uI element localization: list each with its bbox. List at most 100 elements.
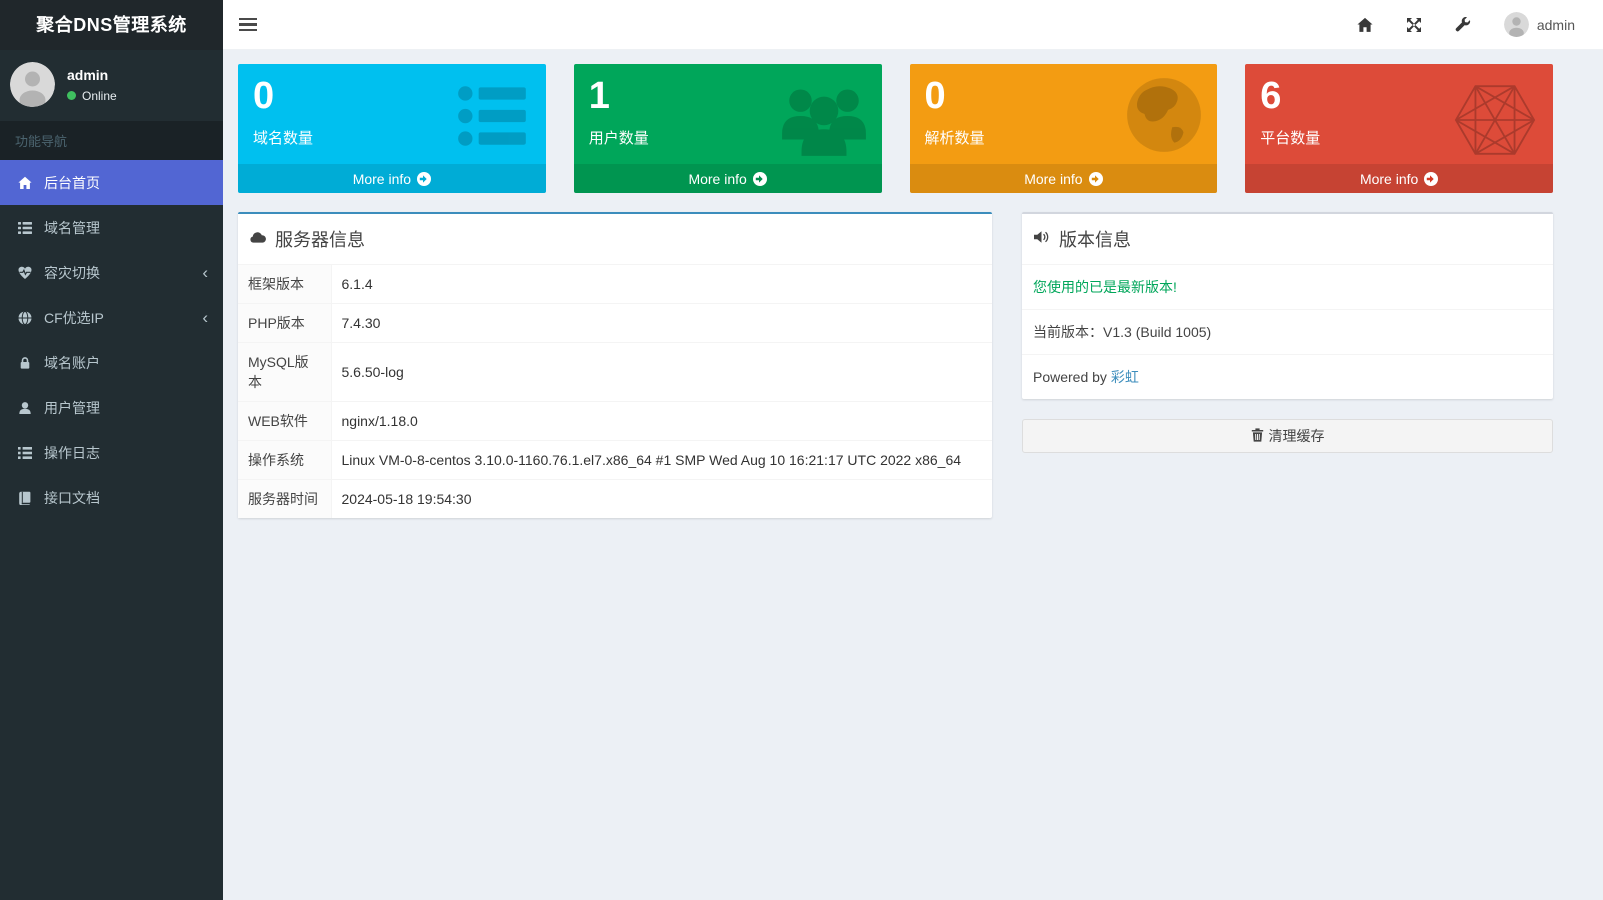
sidebar-item-label: 后台首页 — [44, 173, 100, 193]
more-info-link[interactable]: More info — [574, 164, 882, 193]
sidebar-item-dashboard[interactable]: 后台首页 — [0, 160, 223, 205]
cloud-icon — [249, 230, 266, 249]
statbox-value: 6 — [1260, 76, 1538, 118]
sidebar-item-domains[interactable]: 域名管理 — [0, 205, 223, 250]
table-row: MySQL版本5.6.50-log — [238, 343, 992, 402]
row-label: WEB软件 — [238, 402, 331, 441]
home-icon[interactable] — [1357, 17, 1373, 33]
sidebar-item-label: 接口文档 — [44, 488, 100, 508]
sidebar-item-label: CF优选IP — [44, 308, 104, 328]
sidebar-user-name: admin — [67, 67, 117, 83]
sidebar-item-domain-accounts[interactable]: 域名账户 — [0, 340, 223, 385]
server-info-panel: 服务器信息 框架版本6.1.4 PHP版本7.4.30 MySQL版本5.6.5… — [238, 212, 992, 518]
statbox-label: 用户数量 — [589, 127, 867, 148]
volume-icon — [1033, 229, 1050, 250]
statbox-domains: 0 域名数量 More info — [238, 64, 546, 193]
more-info-link[interactable]: More info — [910, 164, 1218, 193]
sidebar: 聚合DNS管理系统 admin Online 功能导航 — [0, 0, 223, 900]
heartbeat-icon — [15, 266, 35, 280]
wrench-icon[interactable] — [1455, 17, 1471, 33]
statbox-label: 域名数量 — [253, 127, 531, 148]
sidebar-menu: 后台首页 域名管理 容灾切换 ‹ — [0, 160, 223, 520]
powered-by-prefix: Powered by — [1033, 369, 1111, 385]
chevron-left-icon: ‹ — [202, 266, 208, 280]
sidebar-item-users[interactable]: 用户管理 — [0, 385, 223, 430]
server-info-title: 服务器信息 — [275, 226, 365, 252]
statbox-records: 0 解析数量 More info — [910, 64, 1218, 193]
row-value: 6.1.4 — [331, 265, 992, 304]
home-icon — [15, 176, 35, 190]
row-value: 5.6.50-log — [331, 343, 992, 402]
table-row: PHP版本7.4.30 — [238, 304, 992, 343]
stat-boxes-row: 0 域名数量 More info 1 用户数量 — [238, 64, 1553, 193]
version-info-panel: 版本信息 您使用的已是最新版本! 当前版本：V1.3 (Build 1005) … — [1022, 212, 1553, 399]
more-info-label: More info — [353, 171, 411, 187]
powered-by-link[interactable]: 彩虹 — [1111, 369, 1139, 385]
row-label: MySQL版本 — [238, 343, 331, 402]
clear-cache-label: 清理缓存 — [1269, 426, 1325, 446]
statbox-users: 1 用户数量 More info — [574, 64, 882, 193]
sidebar-item-label: 域名账户 — [44, 353, 100, 373]
table-row: 服务器时间2024-05-18 19:54:30 — [238, 480, 992, 519]
sidebar-item-cf-ip[interactable]: CF优选IP ‹ — [0, 295, 223, 340]
row-label: 操作系统 — [238, 441, 331, 480]
statbox-label: 平台数量 — [1260, 127, 1538, 148]
chevron-left-icon: ‹ — [202, 311, 208, 325]
navbar-user-menu[interactable]: admin — [1504, 12, 1575, 37]
sidebar-item-label: 操作日志 — [44, 443, 100, 463]
table-row: 操作系统Linux VM-0-8-centos 3.10.0-1160.76.1… — [238, 441, 992, 480]
sidebar-item-label: 域名管理 — [44, 218, 100, 238]
row-label: PHP版本 — [238, 304, 331, 343]
sidebar-item-label: 用户管理 — [44, 398, 100, 418]
sidebar-item-logs[interactable]: 操作日志 — [0, 430, 223, 475]
trash-icon — [1251, 428, 1264, 445]
sidebar-user-status: Online — [82, 89, 117, 103]
right-column: 版本信息 您使用的已是最新版本! 当前版本：V1.3 (Build 1005) … — [1022, 212, 1553, 518]
main-content: 0 域名数量 More info 1 用户数量 — [223, 50, 1603, 900]
arrow-circle-right-icon — [417, 172, 431, 186]
version-powered-by: Powered by 彩虹 — [1022, 354, 1553, 399]
avatar — [10, 62, 55, 107]
fullscreen-icon[interactable] — [1406, 17, 1422, 33]
statbox-value: 0 — [253, 76, 531, 118]
server-info-table: 框架版本6.1.4 PHP版本7.4.30 MySQL版本5.6.50-log … — [238, 264, 992, 518]
more-info-link[interactable]: More info — [1245, 164, 1553, 193]
sidebar-item-api-docs[interactable]: 接口文档 — [0, 475, 223, 520]
arrow-circle-right-icon — [1089, 172, 1103, 186]
online-status-icon — [67, 91, 76, 100]
row-value: 2024-05-18 19:54:30 — [331, 480, 992, 519]
top-navbar: admin — [223, 0, 1603, 50]
row-value: Linux VM-0-8-centos 3.10.0-1160.76.1.el7… — [331, 441, 992, 480]
row-label: 服务器时间 — [238, 480, 331, 519]
statbox-value: 0 — [925, 76, 1203, 118]
sidebar-section-header: 功能导航 — [0, 121, 223, 160]
version-info-title: 版本信息 — [1059, 226, 1131, 252]
sidebar-user-panel: admin Online — [0, 50, 223, 121]
row-value: 7.4.30 — [331, 304, 992, 343]
version-current: 当前版本：V1.3 (Build 1005) — [1022, 309, 1553, 354]
list-icon — [15, 221, 35, 235]
log-list-icon — [15, 446, 35, 460]
menu-toggle-icon[interactable] — [223, 0, 273, 50]
statbox-label: 解析数量 — [925, 127, 1203, 148]
avatar — [1504, 12, 1529, 37]
more-info-label: More info — [688, 171, 746, 187]
user-icon — [15, 401, 35, 415]
clear-cache-button[interactable]: 清理缓存 — [1022, 419, 1553, 453]
version-latest-text: 您使用的已是最新版本! — [1022, 264, 1553, 309]
table-row: WEB软件nginx/1.18.0 — [238, 402, 992, 441]
more-info-label: More info — [1024, 171, 1082, 187]
lock-icon — [15, 356, 35, 370]
sidebar-item-failover[interactable]: 容灾切换 ‹ — [0, 250, 223, 295]
navbar-username: admin — [1537, 17, 1575, 33]
book-icon — [15, 491, 35, 505]
row-label: 框架版本 — [238, 265, 331, 304]
table-row: 框架版本6.1.4 — [238, 265, 992, 304]
more-info-label: More info — [1360, 171, 1418, 187]
row-value: nginx/1.18.0 — [331, 402, 992, 441]
more-info-link[interactable]: More info — [238, 164, 546, 193]
statbox-platforms: 6 平台数量 More info — [1245, 64, 1553, 193]
app-title: 聚合DNS管理系统 — [0, 0, 223, 50]
globe-icon — [15, 311, 35, 325]
arrow-circle-right-icon — [1424, 172, 1438, 186]
